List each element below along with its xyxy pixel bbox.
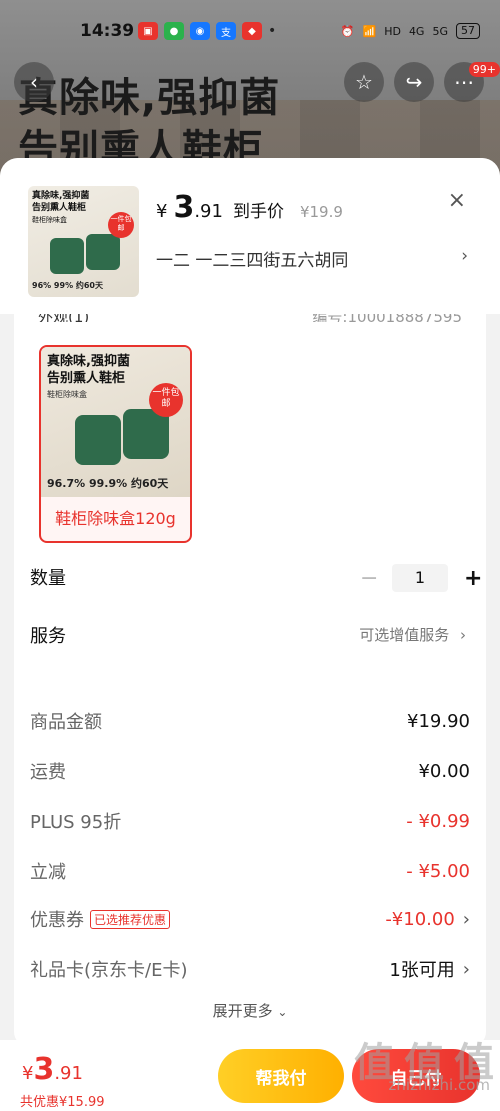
product-thumbnail[interactable]: 真除味,强抑菌 告别熏人鞋柜 鞋柜除味盒 一件包邮 96% 99% 约60天 bbox=[28, 186, 139, 297]
wechat-icon: ● bbox=[164, 22, 184, 40]
thumb-headline-1: 真除味,强抑菌 bbox=[32, 191, 90, 201]
status-time: 14:39 bbox=[80, 21, 135, 41]
close-icon[interactable]: × bbox=[448, 188, 466, 213]
quantity-stepper: − 1 + bbox=[360, 564, 482, 592]
original-price: ¥19.9 bbox=[299, 203, 343, 221]
message-badge: 99+ bbox=[468, 62, 500, 77]
quantity-plus-button[interactable]: + bbox=[464, 566, 482, 591]
status-bar: 14:39 ▣ ● ◉ 支 ◆ • ⏰ 📶 HD 4G 5G 57 bbox=[0, 0, 500, 62]
summary-row-goods: 商品金额 ¥19.90 bbox=[30, 710, 470, 734]
jd-icon: ◆ bbox=[242, 22, 262, 40]
watermark-site: zhizhizhi.com bbox=[388, 1076, 490, 1094]
summary-row-giftcard[interactable]: 礼品卡(京东卡/E卡) 1张可用 › bbox=[30, 954, 470, 984]
hd-icon: HD bbox=[384, 24, 401, 38]
thumb-headline-2: 告别熏人鞋柜 bbox=[32, 203, 87, 213]
more-notifications-icon: • bbox=[268, 23, 277, 39]
quantity-minus-button[interactable]: − bbox=[360, 566, 378, 591]
summary-row-instant-discount: 立减 - ¥5.00 bbox=[30, 860, 470, 884]
price-currency: ¥ bbox=[156, 201, 168, 222]
chevron-right-icon: › bbox=[462, 958, 470, 980]
variant-label: 鞋柜除味盒120g bbox=[55, 509, 176, 528]
alipay-icon: 支 bbox=[216, 22, 236, 40]
service-label: 服务 bbox=[30, 626, 66, 647]
signal-4g: 4G bbox=[408, 24, 425, 38]
thumb-promo-badge: 一件包邮 bbox=[108, 212, 134, 238]
coupon-chip: 已选推荐优惠 bbox=[90, 909, 171, 929]
purchase-sheet: 外观(1) 编号:100018887595 真除味,强抑菌 告别熏人鞋柜 鞋柜除… bbox=[0, 158, 500, 1111]
bottom-price: ¥ 3 .91 bbox=[22, 1052, 83, 1087]
service-value[interactable]: 可选增值服务 › bbox=[359, 624, 466, 645]
variant-headline-2: 告别熏人鞋柜 bbox=[47, 371, 126, 386]
price-integer: 3 bbox=[173, 190, 195, 225]
sheet-header: 真除味,强抑菌 告别熏人鞋柜 鞋柜除味盒 一件包邮 96% 99% 约60天 ¥… bbox=[0, 158, 500, 314]
chevron-down-icon: ⌄ bbox=[277, 1005, 288, 1019]
summary-row-shipping: 运费 ¥0.00 bbox=[30, 760, 470, 784]
variant-option[interactable]: 真除味,强抑菌 告别熏人鞋柜 鞋柜除味盒 一件包邮 96.7% 99.9% 约6… bbox=[39, 345, 192, 543]
signal-5g: 5G bbox=[432, 24, 448, 38]
summary-row-plus-discount: PLUS 95折 - ¥0.99 bbox=[30, 810, 470, 834]
variant-image: 真除味,强抑菌 告别熏人鞋柜 鞋柜除味盒 一件包邮 96.7% 99.9% 约6… bbox=[41, 347, 190, 497]
price-tag: 到手价 bbox=[232, 202, 284, 222]
variant-stats: 96.7% 99.9% 约60天 bbox=[47, 477, 169, 490]
variant-subtitle: 鞋柜除味盒 bbox=[47, 390, 87, 399]
alarm-icon: ⏰ bbox=[340, 24, 355, 38]
back-button[interactable]: ‹ bbox=[14, 62, 54, 102]
chevron-right-icon: › bbox=[460, 626, 466, 644]
star-icon: ☆ bbox=[355, 70, 373, 94]
order-summary-card: 商品金额 ¥19.90 运费 ¥0.00 PLUS 95折 - ¥0.99 立减… bbox=[14, 684, 486, 1046]
price-decimal: .91 bbox=[194, 201, 223, 222]
variant-jar-1 bbox=[75, 415, 121, 465]
quantity-input[interactable]: 1 bbox=[392, 564, 448, 592]
summary-row-coupon[interactable]: 优惠券 已选推荐优惠 -¥10.00 › bbox=[30, 904, 470, 934]
thumb-jar-1 bbox=[50, 238, 84, 274]
battery-icon: 57 bbox=[456, 23, 480, 39]
price-block: ¥ 3.91 到手价 ¥19.9 bbox=[156, 190, 343, 225]
app-notification-icon: ▣ bbox=[138, 22, 158, 40]
thumb-jar-2 bbox=[86, 234, 120, 270]
chevron-right-icon: › bbox=[462, 908, 470, 930]
chevron-right-icon[interactable]: › bbox=[461, 246, 468, 266]
status-right: ⏰ 📶 HD 4G 5G 57 bbox=[341, 23, 480, 39]
quantity-label: 数量 bbox=[30, 568, 66, 589]
share-button[interactable]: ↪ bbox=[394, 62, 434, 102]
help-me-pay-button[interactable]: 帮我付 bbox=[218, 1049, 344, 1103]
expand-more-button[interactable]: 展开更多 ⌄ bbox=[14, 1000, 486, 1021]
notification-icons: ▣ ● ◉ 支 ◆ • bbox=[138, 22, 276, 40]
favorite-button[interactable]: ☆ bbox=[344, 62, 384, 102]
wifi-icon: 📶 bbox=[362, 24, 377, 38]
total-discount: 共优惠¥15.99 bbox=[20, 1095, 105, 1110]
thumb-stats: 96% 99% 约60天 bbox=[32, 281, 103, 290]
qq-icon: ◉ bbox=[190, 22, 210, 40]
share-icon: ↪ bbox=[405, 70, 423, 94]
variant-promo-badge: 一件包邮 bbox=[149, 383, 183, 417]
back-arrow-icon: ‹ bbox=[30, 70, 38, 94]
delivery-address[interactable]: 一二 一二三四街五六胡同 bbox=[156, 246, 348, 271]
thumb-subtitle: 鞋柜除味盒 bbox=[32, 216, 67, 224]
variant-headline-1: 真除味,强抑菌 bbox=[47, 354, 130, 369]
